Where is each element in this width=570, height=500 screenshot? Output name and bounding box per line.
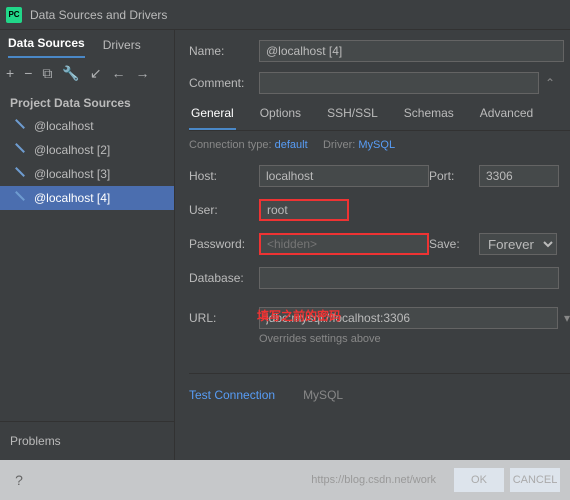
- annotation-text: 填写之前的密码: [257, 307, 341, 324]
- datasource-icon: [16, 169, 26, 179]
- copy-icon[interactable]: ⧉: [42, 66, 52, 80]
- app-logo-icon: PC: [6, 7, 22, 23]
- host-input[interactable]: [259, 165, 429, 187]
- add-icon[interactable]: +: [6, 66, 14, 80]
- user-input[interactable]: [259, 199, 349, 221]
- password-input[interactable]: [259, 233, 429, 255]
- test-connection-link[interactable]: Test Connection: [189, 388, 275, 402]
- data-source-item[interactable]: @localhost: [0, 114, 174, 138]
- conn-type-label: Connection type:: [189, 139, 272, 151]
- datasource-icon: [16, 193, 26, 203]
- tab-options[interactable]: Options: [258, 106, 303, 130]
- driver-label: Driver:: [323, 139, 355, 151]
- data-source-label: @localhost [2]: [34, 143, 110, 157]
- port-input[interactable]: [479, 165, 559, 187]
- tab-general[interactable]: General: [189, 106, 236, 130]
- data-source-item[interactable]: @localhost [4]: [0, 186, 174, 210]
- datasource-icon: [16, 121, 26, 131]
- window-title: Data Sources and Drivers: [30, 8, 167, 22]
- expand-icon[interactable]: ⌃: [545, 76, 555, 90]
- tab-data-sources[interactable]: Data Sources: [8, 36, 85, 58]
- problems-section[interactable]: Problems: [0, 421, 174, 460]
- database-label: Database:: [189, 271, 259, 285]
- name-input[interactable]: [259, 40, 564, 62]
- ok-button[interactable]: OK: [454, 468, 504, 492]
- conn-type-link[interactable]: default: [275, 139, 308, 151]
- remove-icon[interactable]: −: [24, 66, 32, 80]
- left-panel: Data Sources Drivers + − ⧉ 🔧 ↙ ← → Proje…: [0, 30, 175, 460]
- wrench-icon[interactable]: 🔧: [62, 66, 79, 80]
- user-label: User:: [189, 203, 259, 217]
- password-label: Password:: [189, 237, 259, 251]
- bottom-bar: ? https://blog.csdn.net/work OK CANCEL: [0, 460, 570, 500]
- save-label: Save:: [429, 237, 479, 251]
- data-source-item[interactable]: @localhost [2]: [0, 138, 174, 162]
- tab-advanced[interactable]: Advanced: [478, 106, 535, 130]
- data-source-label: @localhost [3]: [34, 167, 110, 181]
- name-label: Name:: [189, 44, 259, 58]
- data-source-item[interactable]: @localhost [3]: [0, 162, 174, 186]
- data-source-label: @localhost [4]: [34, 191, 110, 205]
- data-source-label: @localhost: [34, 119, 94, 133]
- port-label: Port:: [429, 169, 479, 183]
- save-select[interactable]: Forever: [479, 233, 557, 255]
- cancel-button[interactable]: CANCEL: [510, 468, 560, 492]
- arrow-left-icon[interactable]: ←: [112, 66, 126, 80]
- connection-info: Connection type: default Driver: MySQL: [189, 131, 570, 165]
- tab-sshssl[interactable]: SSH/SSL: [325, 106, 380, 130]
- tab-schemas[interactable]: Schemas: [402, 106, 456, 130]
- detail-tabs: General Options SSH/SSL Schemas Advanced: [189, 106, 570, 131]
- url-dropdown-icon[interactable]: ▾: [564, 311, 570, 325]
- driver-name-text: MySQL: [303, 388, 343, 402]
- arrow-right-icon[interactable]: →: [136, 66, 150, 80]
- driver-link[interactable]: MySQL: [358, 139, 395, 151]
- right-panel: Name: Comment: ⌃ General Options SSH/SSL…: [175, 30, 570, 460]
- tab-drivers[interactable]: Drivers: [103, 38, 141, 58]
- reset-icon[interactable]: ↙: [90, 66, 102, 80]
- comment-label: Comment:: [189, 76, 259, 90]
- help-icon[interactable]: ?: [10, 471, 28, 489]
- url-note: Overrides settings above: [189, 333, 570, 345]
- data-source-list: @localhost @localhost [2] @localhost [3]…: [0, 114, 174, 421]
- url-label: URL:: [189, 311, 259, 325]
- database-input[interactable]: [259, 267, 559, 289]
- source-url-text: https://blog.csdn.net/work: [311, 474, 436, 486]
- titlebar: PC Data Sources and Drivers: [0, 0, 570, 30]
- datasource-icon: [16, 145, 26, 155]
- host-label: Host:: [189, 169, 259, 183]
- left-toolbar: + − ⧉ 🔧 ↙ ← →: [0, 58, 174, 88]
- comment-input[interactable]: [259, 72, 539, 94]
- main-tabs: Data Sources Drivers: [0, 30, 174, 58]
- project-data-sources-header: Project Data Sources: [0, 88, 174, 114]
